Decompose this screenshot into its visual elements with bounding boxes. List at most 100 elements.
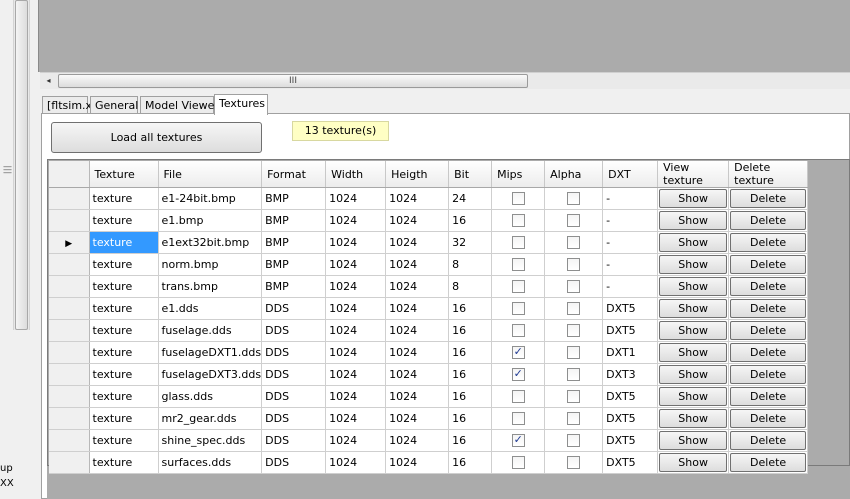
show-texture-button[interactable]: Show xyxy=(659,343,728,362)
cell-bit[interactable]: 8 xyxy=(448,275,493,298)
mips-checkbox[interactable] xyxy=(511,302,525,316)
cell-file[interactable]: shine_spec.dds xyxy=(158,429,263,452)
cell-file[interactable]: fuselageDXT3.dds xyxy=(158,363,263,386)
cell-dxt[interactable]: - xyxy=(602,231,659,254)
cell-dxt[interactable]: DXT3 xyxy=(602,363,659,386)
cell-bit[interactable]: 16 xyxy=(448,319,493,342)
cell-texture[interactable]: texture xyxy=(89,319,159,342)
mips-checkbox[interactable] xyxy=(511,258,525,272)
show-texture-button[interactable]: Show xyxy=(659,387,728,406)
column-header[interactable]: Delete texture xyxy=(728,161,809,188)
delete-texture-button[interactable]: Delete xyxy=(730,299,807,318)
delete-texture-button[interactable]: Delete xyxy=(730,453,807,472)
alpha-checkbox[interactable] xyxy=(567,368,581,382)
column-header[interactable]: DXT xyxy=(602,161,659,188)
alpha-checkbox[interactable] xyxy=(567,192,581,206)
mips-checkbox[interactable] xyxy=(511,236,525,250)
mips-checkbox[interactable] xyxy=(511,345,525,360)
cell-height[interactable]: 1024 xyxy=(385,363,450,386)
row-header[interactable] xyxy=(49,385,90,408)
cell-bit[interactable]: 16 xyxy=(448,385,493,408)
cell-format[interactable]: DDS xyxy=(261,319,327,342)
table-row[interactable]: texture mr2_gear.dds DDS 1024 1024 16 DXT5 Show… xyxy=(49,407,809,430)
delete-texture-button[interactable]: Delete xyxy=(730,321,807,340)
cell-format[interactable]: DDS xyxy=(261,407,327,430)
cell-format[interactable]: DDS xyxy=(261,385,327,408)
delete-texture-button[interactable]: Delete xyxy=(730,211,807,230)
delete-texture-button[interactable]: Delete xyxy=(730,387,807,406)
mips-checkbox[interactable] xyxy=(511,192,525,206)
alpha-checkbox[interactable] xyxy=(567,280,581,294)
cell-file[interactable]: fuselageDXT1.dds xyxy=(158,341,263,364)
cell-texture[interactable]: texture xyxy=(89,275,159,298)
alpha-checkbox[interactable] xyxy=(567,412,581,426)
column-header[interactable]: File xyxy=(158,161,263,188)
table-row[interactable]: texture e1.bmp BMP 1024 1024 16- Show Delete xyxy=(49,209,809,232)
cell-file[interactable]: glass.dds xyxy=(158,385,263,408)
cell-file[interactable]: norm.bmp xyxy=(158,253,263,276)
mips-checkbox[interactable] xyxy=(511,280,525,294)
column-header[interactable]: Mips xyxy=(491,161,546,188)
alpha-checkbox[interactable] xyxy=(567,236,581,250)
table-row[interactable]: texture e1-24bit.bmp BMP 1024 1024 24- Show Del… xyxy=(49,187,809,210)
cell-texture[interactable]: texture xyxy=(89,231,159,254)
table-row[interactable]: texture surfaces.dds DDS 1024 1024 16 DXT5 Show… xyxy=(49,451,809,474)
cell-file[interactable]: e1.bmp xyxy=(158,209,263,232)
delete-texture-button[interactable]: Delete xyxy=(730,431,807,450)
cell-dxt[interactable]: DXT5 xyxy=(602,407,659,430)
table-row[interactable]: texture glass.dds DDS 1024 1024 16 DXT5 Show Del… xyxy=(49,385,809,408)
cell-width[interactable]: 1024 xyxy=(325,363,387,386)
left-vertical-scrollbar[interactable] xyxy=(13,0,30,330)
cell-bit[interactable]: 16 xyxy=(448,297,493,320)
table-row[interactable]: texturefuselageDXT3.ddsDDS1024102416DXT3… xyxy=(49,363,809,386)
table-row[interactable]: texture norm.bmp BMP 1024 1024 8- Show Delete xyxy=(49,253,809,276)
cell-bit[interactable]: 8 xyxy=(448,253,493,276)
row-header[interactable] xyxy=(49,253,90,276)
load-all-textures-button[interactable]: Load all textures xyxy=(51,122,262,153)
cell-height[interactable]: 1024 xyxy=(385,341,450,364)
column-header[interactable]: Format xyxy=(261,161,327,188)
show-texture-button[interactable]: Show xyxy=(659,365,728,384)
cell-dxt[interactable]: - xyxy=(602,253,659,276)
cell-texture[interactable]: texture xyxy=(89,385,159,408)
alpha-checkbox[interactable] xyxy=(567,456,581,470)
horizontal-scrollbar[interactable]: ◂ III xyxy=(40,72,850,89)
alpha-checkbox[interactable] xyxy=(567,346,581,360)
mips-checkbox[interactable] xyxy=(511,324,525,338)
cell-file[interactable]: trans.bmp xyxy=(158,275,263,298)
row-header[interactable] xyxy=(49,429,90,452)
cell-file[interactable]: e1.dds xyxy=(158,297,263,320)
mips-checkbox[interactable] xyxy=(511,456,525,470)
delete-texture-button[interactable]: Delete xyxy=(730,189,807,208)
cell-format[interactable]: BMP xyxy=(261,253,327,276)
cell-height[interactable]: 1024 xyxy=(385,319,450,342)
cell-bit[interactable]: 16 xyxy=(448,451,493,474)
table-row[interactable]: texture trans.bmp BMP 1024 1024 8- Show Delete xyxy=(49,275,809,298)
cell-dxt[interactable]: DXT1 xyxy=(602,341,659,364)
delete-texture-button[interactable]: Delete xyxy=(730,409,807,428)
show-texture-button[interactable]: Show xyxy=(659,277,728,296)
alpha-checkbox[interactable] xyxy=(567,434,581,448)
cell-bit[interactable]: 16 xyxy=(448,363,493,386)
show-texture-button[interactable]: Show xyxy=(659,453,728,472)
cell-texture[interactable]: texture xyxy=(89,187,159,210)
cell-format[interactable]: DDS xyxy=(261,341,327,364)
scrollbar-thumb[interactable]: III xyxy=(58,74,528,88)
cell-texture[interactable]: texture xyxy=(89,363,159,386)
delete-texture-button[interactable]: Delete xyxy=(730,255,807,274)
cell-texture[interactable]: texture xyxy=(89,341,159,364)
alpha-checkbox[interactable] xyxy=(567,324,581,338)
cell-dxt[interactable]: - xyxy=(602,209,659,232)
cell-texture[interactable]: texture xyxy=(89,253,159,276)
cell-format[interactable]: BMP xyxy=(261,209,327,232)
cell-width[interactable]: 1024 xyxy=(325,341,387,364)
cell-texture[interactable]: texture xyxy=(89,451,159,474)
show-texture-button[interactable]: Show xyxy=(659,321,728,340)
cell-texture[interactable]: texture xyxy=(89,407,159,430)
cell-format[interactable]: BMP xyxy=(261,187,327,210)
table-row[interactable]: texture fuselage.dds DDS 1024 1024 16 DXT5 Show… xyxy=(49,319,809,342)
cell-format[interactable]: DDS xyxy=(261,297,327,320)
mips-checkbox[interactable] xyxy=(511,214,525,228)
column-header[interactable]: View texture xyxy=(657,161,730,188)
cell-width[interactable]: 1024 xyxy=(325,275,387,298)
